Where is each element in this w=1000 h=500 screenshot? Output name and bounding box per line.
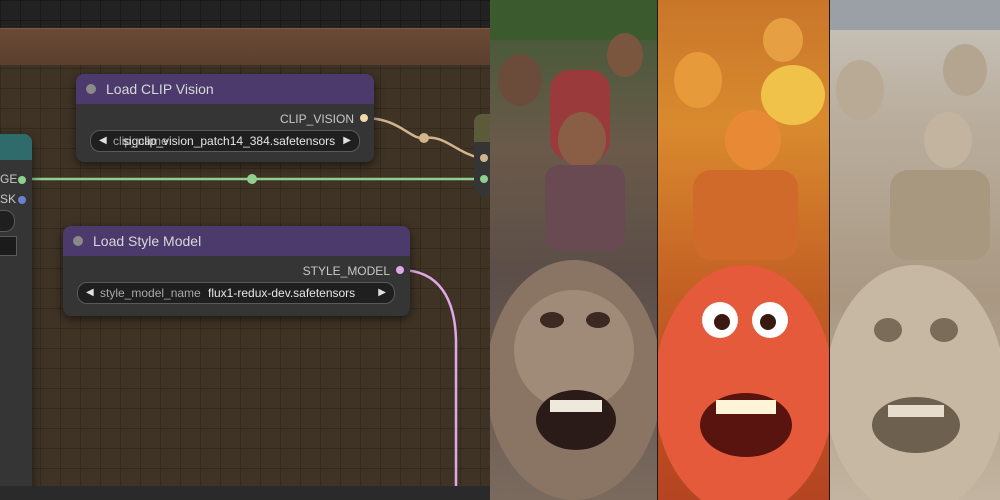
partial-output-label-image: GE xyxy=(0,172,18,186)
image-panel-stone xyxy=(830,0,1000,500)
node-collapse-dot[interactable] xyxy=(86,84,96,94)
partial-output-slot-image[interactable] xyxy=(18,176,26,184)
combo-next-arrow[interactable]: ▶ xyxy=(343,131,351,151)
load-clip-vision-node[interactable]: Load CLIP Vision CLIP_VISION ◀ clip_name… xyxy=(76,74,374,162)
combo-widget-value: sigclip_vision_patch14_384.safetensors xyxy=(123,134,336,148)
combo-widget-name: style_model_name xyxy=(100,286,201,300)
node-title-bar[interactable]: Load CLIP Vision xyxy=(76,74,374,104)
partial-node-left[interactable]: GE SK xyxy=(0,134,32,494)
output-slot-clip-vision[interactable] xyxy=(360,114,368,122)
input-slot-clip-vision[interactable] xyxy=(480,154,488,162)
image-panel-photo xyxy=(490,0,658,500)
node-title: Load Style Model xyxy=(93,233,202,249)
combo-next-arrow[interactable]: ▶ xyxy=(378,283,386,303)
node-canvas[interactable]: GE SK Load CLIP Vision CLIP_VISION ◀ cli… xyxy=(0,0,490,500)
clip-name-combo[interactable]: ◀ clip_name sigclip_vision_patch14_384.s… xyxy=(90,130,360,152)
photo-hikers-monkey-image xyxy=(490,0,658,500)
canvas-bottom-bar xyxy=(0,486,490,500)
output-slot-style-model[interactable] xyxy=(396,266,404,274)
image-panel-cartoon xyxy=(658,0,830,500)
partial-node-right-title[interactable] xyxy=(474,114,490,142)
cartoon-hikers-monkey-image xyxy=(658,18,830,500)
combo-widget-value: flux1-redux-dev.safetensors xyxy=(208,286,356,300)
wire-reroute-dot[interactable] xyxy=(247,174,257,184)
input-slot-image[interactable] xyxy=(480,175,488,183)
output-label-style-model: STYLE_MODEL xyxy=(302,264,390,278)
partial-node-title[interactable] xyxy=(0,134,32,160)
partial-node-right[interactable] xyxy=(474,114,490,196)
partial-output-slot-mask[interactable] xyxy=(18,196,26,204)
partial-output-label-mask: SK xyxy=(0,192,17,206)
partial-node-preview-box[interactable] xyxy=(0,236,17,256)
stone-sculpture-hikers-monkey-image xyxy=(830,0,1000,500)
output-label-clip-vision: CLIP_VISION xyxy=(279,112,354,126)
node-collapse-dot[interactable] xyxy=(73,236,83,246)
node-title: Load CLIP Vision xyxy=(106,81,214,97)
combo-prev-arrow[interactable]: ◀ xyxy=(86,283,94,303)
partial-node-combo[interactable] xyxy=(0,210,15,232)
combo-prev-arrow[interactable]: ◀ xyxy=(99,131,107,151)
load-style-model-node[interactable]: Load Style Model STYLE_MODEL ◀ style_mod… xyxy=(63,226,410,316)
style-model-name-combo[interactable]: ◀ style_model_name flux1-redux-dev.safet… xyxy=(77,282,395,304)
node-title-bar[interactable]: Load Style Model xyxy=(63,226,410,256)
wire-clip-reroute-dot[interactable] xyxy=(419,133,429,143)
